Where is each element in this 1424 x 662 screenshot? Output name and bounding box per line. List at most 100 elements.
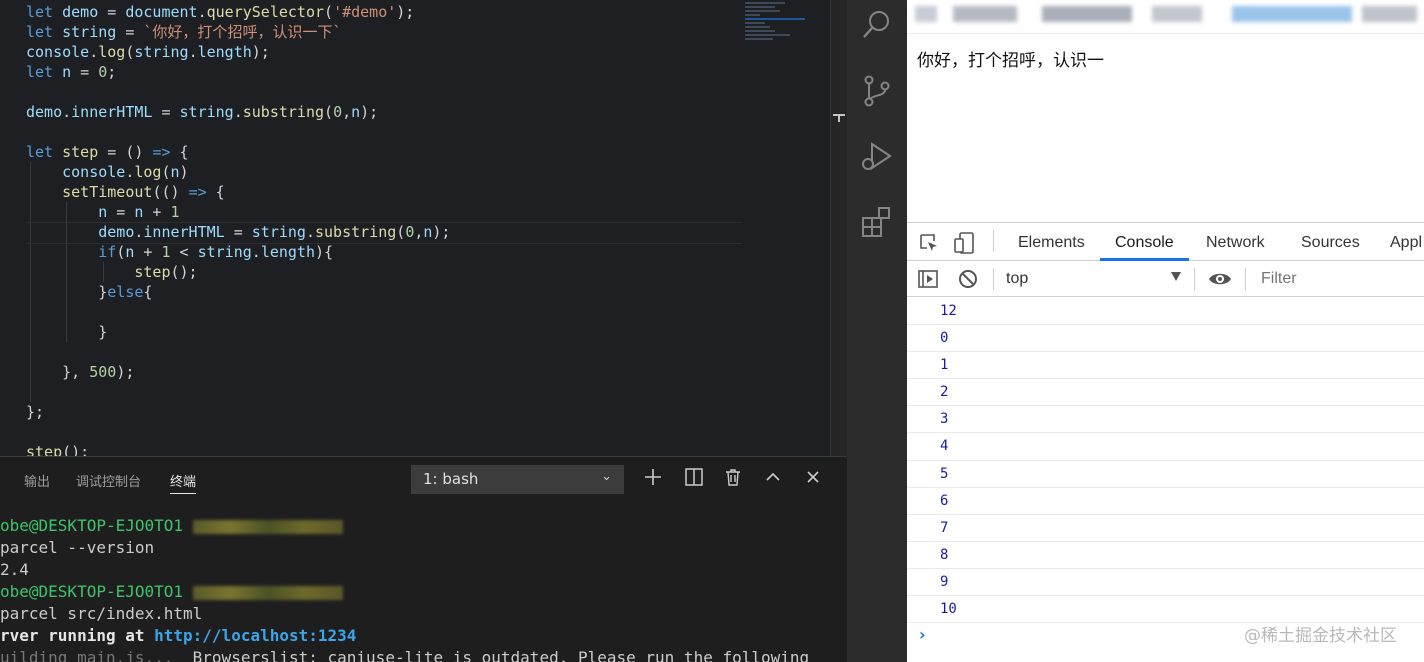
console-messages: 12 0 1 2 3 4 5 6 7 8 9 10 [907, 298, 1424, 624]
code-line[interactable]: }; [26, 402, 450, 422]
split-terminal-icon[interactable] [682, 467, 706, 491]
demo-text: 你好，打个招呼，认识一 [917, 51, 1104, 71]
tab-debug-console[interactable]: 调试控制台 [76, 471, 141, 490]
code-line[interactable]: let demo = document.querySelector('#demo… [26, 2, 450, 22]
tab-network[interactable]: Network [1206, 234, 1265, 252]
browser-window: 你好，打个招呼，认识一 Elements Console Network Sou… [907, 0, 1424, 662]
clear-console-icon[interactable] [957, 268, 979, 294]
console-log-row: 10 [907, 596, 1424, 624]
console-prompt[interactable]: › [919, 625, 926, 644]
console-log-row: 7 [907, 515, 1424, 542]
code-line[interactable]: n = n + 1 [26, 202, 450, 222]
blurred-path [192, 519, 343, 534]
separator [1245, 268, 1246, 290]
console-log-row: 6 [907, 488, 1424, 515]
console-log-row: 3 [907, 406, 1424, 434]
code-line[interactable] [26, 382, 450, 402]
code-lines[interactable]: let demo = document.querySelector('#demo… [26, 2, 743, 456]
code-line[interactable]: let step = () => { [26, 142, 450, 162]
chevron-down-icon: ⌄ [601, 469, 612, 484]
device-toolbar-icon[interactable] [953, 231, 977, 259]
filter-input[interactable] [1253, 267, 1424, 291]
console-log-row: 8 [907, 542, 1424, 569]
tab-sources[interactable]: Sources [1301, 234, 1360, 252]
dropdown-arrow-icon[interactable] [1171, 272, 1181, 281]
code-line[interactable]: } [26, 322, 450, 342]
code-line[interactable]: if(n + 1 < string.length){ [26, 242, 450, 262]
code-line[interactable]: }else{ [26, 282, 450, 302]
scroll-marker [838, 114, 840, 122]
blurred-region [915, 6, 937, 22]
separator [993, 230, 994, 252]
console-toolbar: top [907, 261, 1424, 297]
code-line[interactable] [26, 422, 450, 442]
terminal-line: obe@DESKTOP-EJO0TO1 [0, 581, 809, 603]
console-log-row: 1 [907, 352, 1424, 380]
separator [993, 268, 994, 290]
terminal-line: rver running at http://localhost:1234 [0, 626, 357, 645]
devtools-tab-bar: Elements Console Network Sources Appl [907, 223, 1424, 261]
add-terminal-icon[interactable] [641, 467, 665, 491]
code-line[interactable]: step(); [26, 442, 450, 456]
terminal-line: obe@DESKTOP-EJO0TO1 [0, 515, 809, 537]
maximize-panel-icon[interactable] [761, 467, 785, 491]
code-line[interactable]: let n = 0; [26, 62, 450, 82]
blurred-region [1152, 6, 1202, 22]
terminal-line: 2.4 [0, 560, 29, 579]
extensions-icon[interactable] [860, 204, 894, 238]
code-line[interactable]: let string = `你好，打个招呼，认识一下` [26, 22, 450, 42]
code-line[interactable] [26, 342, 450, 362]
tab-console[interactable]: Console [1115, 234, 1174, 252]
blurred-region [1232, 6, 1352, 22]
search-icon[interactable] [860, 8, 894, 42]
blurred-region [1362, 6, 1417, 22]
bottom-panel: 输出 调试控制台 终端 1: bash ⌄ obe@DESKTOP-EJO0TO… [0, 456, 847, 662]
terminal-output[interactable]: obe@DESKTOP-EJO0TO1 parcel --version 2.4 o… [0, 515, 809, 662]
close-icon[interactable] [801, 467, 825, 491]
terminal-select[interactable]: 1: bash ⌄ [411, 465, 624, 494]
code-line[interactable]: setTimeout(() => { [26, 182, 450, 202]
console-log-row: 4 [907, 433, 1424, 461]
panel-tabs: 输出 调试控制台 终端 1: bash ⌄ [0, 457, 847, 503]
editor-scrollbar[interactable] [830, 0, 847, 456]
terminal-line: parcel --version [0, 538, 155, 557]
code-line[interactable] [26, 302, 450, 322]
inspect-element-icon[interactable] [918, 232, 940, 258]
tab-application[interactable]: Appl [1390, 234, 1422, 252]
code-line[interactable] [26, 122, 450, 142]
blurred-path [192, 585, 343, 600]
blurred-region [953, 6, 1017, 22]
tab-terminal[interactable]: 终端 [170, 471, 197, 494]
minimap[interactable] [745, 2, 830, 62]
code-line[interactable]: demo.innerHTML = string.substring(0,n); [26, 102, 450, 122]
code-line[interactable]: console.log(string.length); [26, 42, 450, 62]
console-log-row: 12 [907, 298, 1424, 326]
trash-icon[interactable] [721, 467, 745, 491]
context-selector[interactable]: top [1006, 270, 1028, 288]
eye-icon[interactable] [1207, 269, 1233, 293]
terminal-line: uilding main.js... Browserslist: caniuse… [0, 648, 810, 662]
watermark: @稀土掘金技术社区 [1244, 626, 1397, 646]
code-line[interactable] [26, 82, 450, 102]
activity-bar [847, 0, 907, 662]
code-line[interactable]: }, 500); [26, 362, 450, 382]
code-line[interactable]: console.log(n) [26, 162, 450, 182]
sidebar-toggle-icon[interactable] [917, 268, 939, 294]
console-log-row: 5 [907, 461, 1424, 488]
devtools-panel: Elements Console Network Sources Appl to… [907, 222, 1424, 662]
browser-tab-bar[interactable] [907, 0, 1424, 34]
separator [1194, 268, 1195, 290]
console-log-row: 2 [907, 379, 1424, 407]
terminal-line: parcel src/index.html [0, 604, 203, 623]
console-log-row: 9 [907, 569, 1424, 597]
code-line[interactable]: step(); [26, 262, 450, 282]
source-control-icon[interactable] [860, 74, 894, 108]
run-debug-icon[interactable] [860, 140, 894, 174]
console-log-row: 0 [907, 325, 1424, 353]
code-line[interactable]: demo.innerHTML = string.substring(0,n); [26, 222, 743, 244]
terminal-select-value: 1: bash [423, 470, 479, 488]
code-editor[interactable]: let demo = document.querySelector('#demo… [0, 0, 847, 456]
blurred-region [1042, 6, 1132, 22]
tab-output[interactable]: 输出 [24, 471, 50, 490]
tab-elements[interactable]: Elements [1018, 234, 1085, 252]
